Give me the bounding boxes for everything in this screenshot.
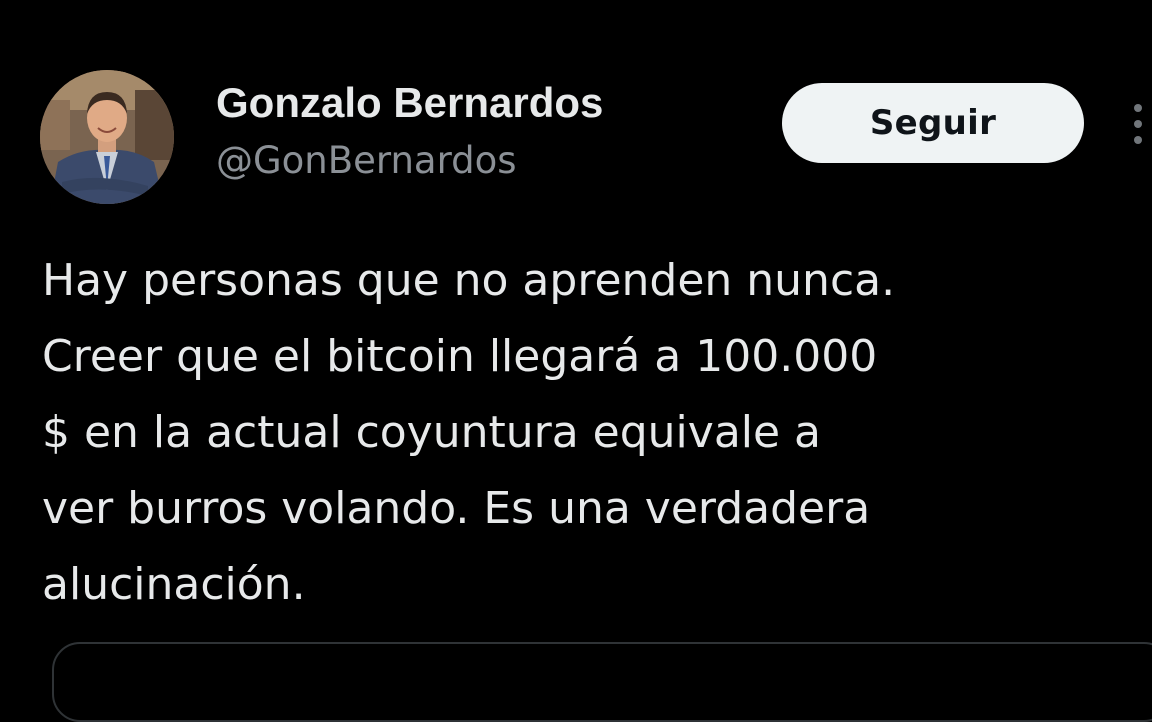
tweet-text-line: $ en la actual coyuntura equivale a [42,407,822,458]
tweet-card: Gonzalo Bernardos @GonBernardos Seguir H… [0,0,1152,722]
more-vertical-icon [1134,104,1142,144]
follow-button[interactable]: Seguir [782,83,1084,163]
profile-photo-icon [40,70,174,204]
tweet-text-line: alucinación. [42,559,306,610]
tweet-text: Hay personas que no aprenden nunca. Cree… [42,243,1132,623]
tweet-text-line: ver burros volando. Es una verdadera [42,483,871,534]
tweet-text-line: Hay personas que no aprenden nunca. [42,255,896,306]
tweet-text-line: Creer que el bitcoin llegará a 100.000 [42,331,878,382]
more-options-button[interactable] [1124,96,1152,152]
follow-button-label: Seguir [869,103,997,143]
user-handle[interactable]: @GonBernardos [216,138,517,184]
display-name[interactable]: Gonzalo Bernardos [216,78,603,128]
embedded-card-edge[interactable] [52,642,1152,722]
avatar[interactable] [40,70,174,204]
